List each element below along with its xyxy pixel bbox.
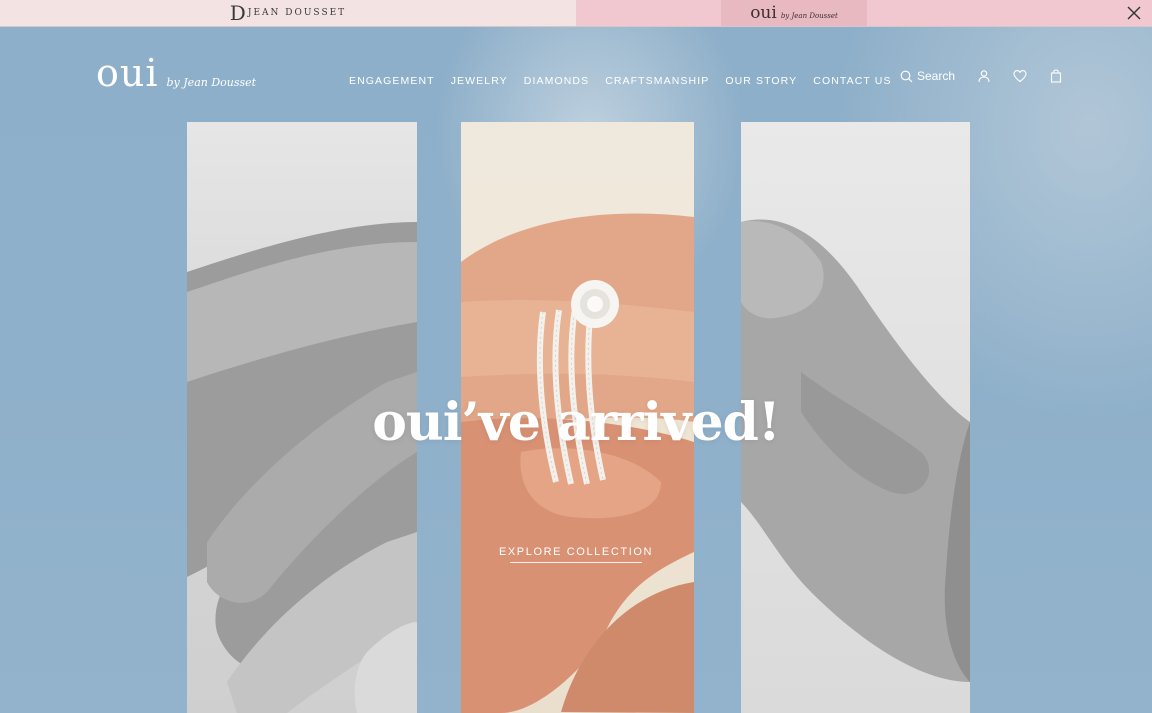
oui-mini-word: oui <box>750 3 777 23</box>
menu-link-engagement[interactable]: ENGAGEMENT <box>349 75 435 87</box>
brand-switcher-bar: D JEAN DOUSSET oui by Jean Dousset <box>0 0 1152 27</box>
account-icon[interactable] <box>977 69 991 83</box>
menu-link-jewelry[interactable]: JEWELRY <box>451 75 508 87</box>
jean-dousset-logo: D JEAN DOUSSET <box>230 3 346 23</box>
menu-item-jewelry: JEWELRY <box>451 71 508 89</box>
jean-dousset-name: JEAN DOUSSET <box>247 8 347 18</box>
search-icon <box>900 70 913 82</box>
heart-icon[interactable] <box>1013 69 1027 83</box>
menu-item-our-story: OUR STORY <box>725 71 797 89</box>
menu-link-contact-us[interactable]: CONTACT US <box>813 75 891 87</box>
brand-tab-jean-dousset[interactable]: D JEAN DOUSSET <box>0 0 576 26</box>
explore-collection-link[interactable]: EXPLORE COLLECTION <box>476 546 676 558</box>
logo-byline: by Jean Dousset <box>166 76 257 89</box>
search-button[interactable]: Search <box>900 69 955 83</box>
oui-mini-byline: by Jean Dousset <box>780 12 838 20</box>
brand-tab-oui-area: oui by Jean Dousset <box>576 0 1152 26</box>
menu-link-diamonds[interactable]: DIAMONDS <box>524 75 589 87</box>
primary-menu: ENGAGEMENT JEWELRY DIAMONDS CRAFTSMANSHI… <box>349 71 892 89</box>
menu-link-our-story[interactable]: OUR STORY <box>725 75 797 87</box>
jean-dousset-initial: D <box>229 1 246 25</box>
main-navigation: oui by Jean Dousset ENGAGEMENT JEWELRY D… <box>0 27 1152 122</box>
menu-item-diamonds: DIAMONDS <box>524 71 589 89</box>
logo-word: oui <box>96 51 159 95</box>
oui-mini-logo: oui by Jean Dousset <box>750 3 838 23</box>
search-label: Search <box>917 69 956 83</box>
close-icon[interactable] <box>1126 5 1142 21</box>
menu-item-engagement: ENGAGEMENT <box>349 71 435 89</box>
menu-link-craftsmanship[interactable]: CRAFTSMANSHIP <box>605 75 709 87</box>
menu-item-craftsmanship: CRAFTSMANSHIP <box>605 71 709 89</box>
hero-headline: oui’ve arrived! <box>372 392 780 453</box>
brand-tab-oui[interactable]: oui by Jean Dousset <box>721 0 867 26</box>
utility-nav: Search <box>900 69 1063 83</box>
bag-icon[interactable] <box>1049 69 1063 83</box>
menu-item-contact-us: CONTACT US <box>813 71 891 89</box>
oui-logo[interactable]: oui by Jean Dousset <box>96 53 256 93</box>
cta-underline <box>510 562 642 563</box>
